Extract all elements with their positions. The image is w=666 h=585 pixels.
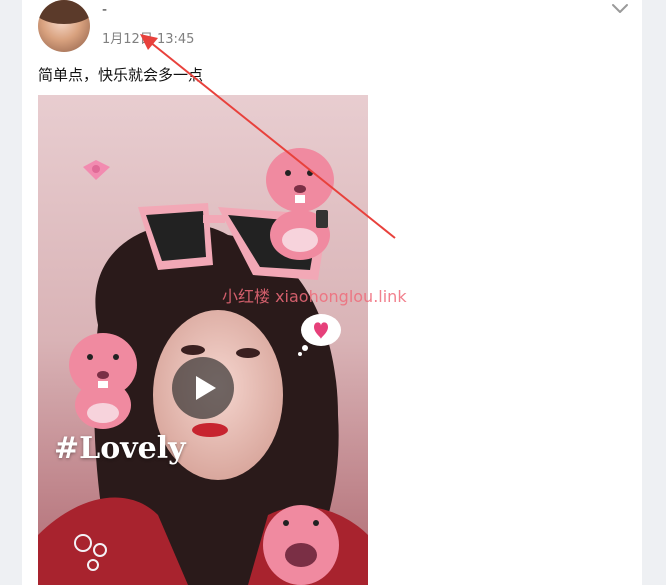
annotation-arrow-icon [140, 34, 396, 239]
